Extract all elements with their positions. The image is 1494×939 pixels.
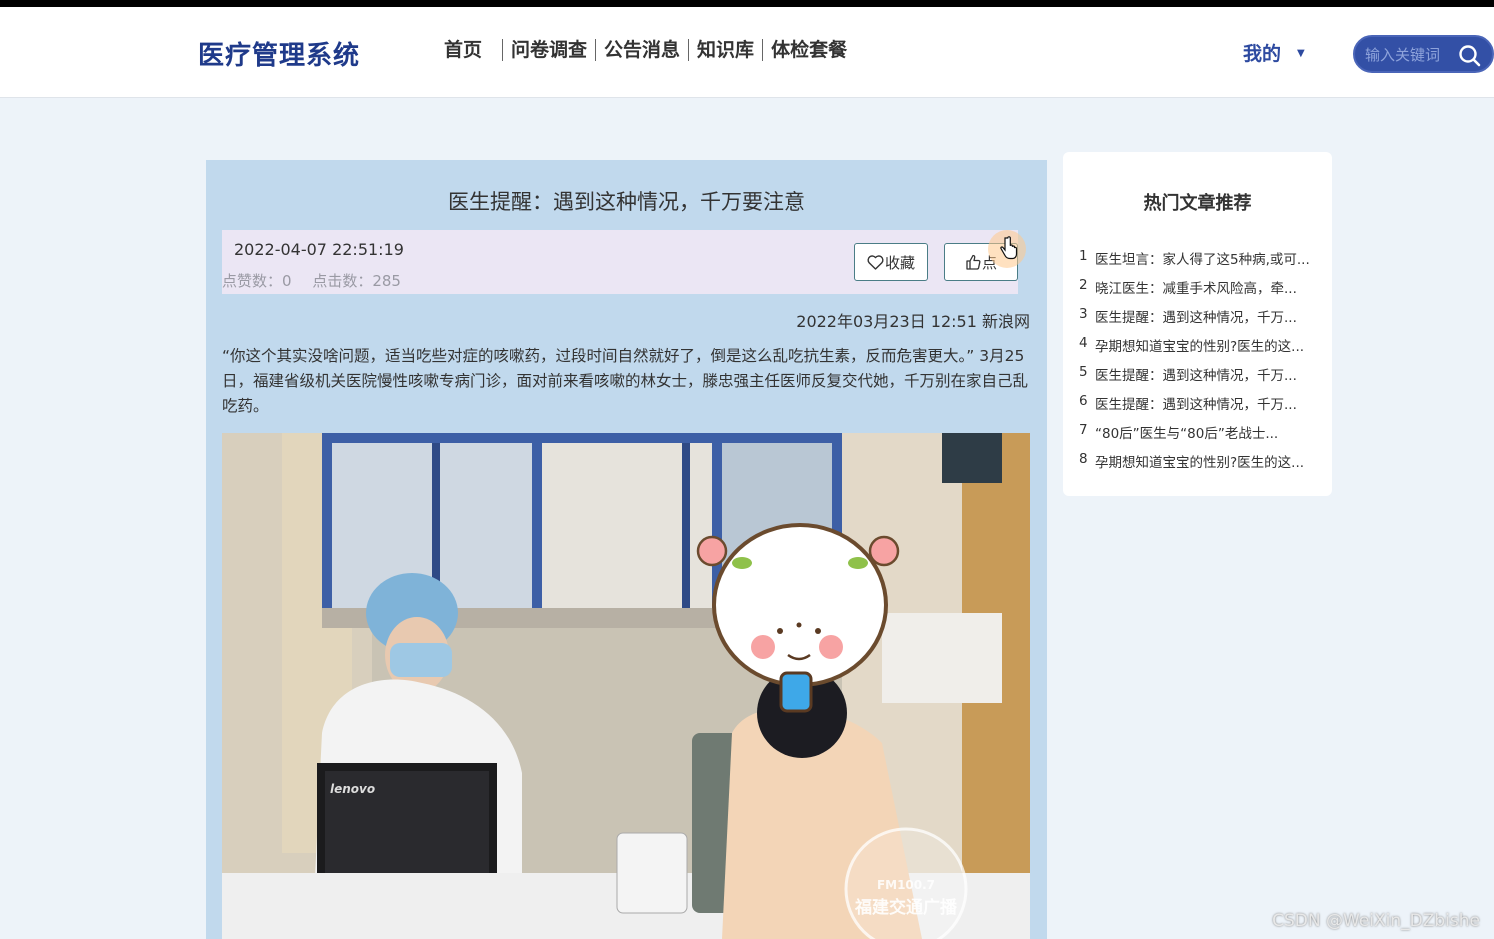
hot-article-item[interactable]: 2 晓江医生：减重手术风险高，牵...: [1079, 277, 1327, 306]
pointer-cursor-highlight: [988, 230, 1026, 268]
nav-knowledge-base[interactable]: 知识库: [688, 39, 762, 61]
nav-survey[interactable]: 问卷调查: [502, 39, 595, 61]
article-meta-bar: 2022-04-07 22:51:19 点赞数：0 点击数：285 收藏 点: [222, 230, 1026, 294]
hot-article-item[interactable]: 5 医生提醒：遇到这种情况，千万...: [1079, 364, 1327, 393]
hot-article-item[interactable]: 3 医生提醒：遇到这种情况，千万...: [1079, 306, 1327, 335]
article-title: 医生提醒：遇到这种情况，千万要注意: [448, 190, 805, 214]
heart-icon: [867, 254, 884, 270]
caret-down-icon: ▼: [1297, 48, 1305, 59]
search-input[interactable]: [1365, 44, 1457, 66]
nav-checkup-packages[interactable]: 体检套餐: [762, 39, 855, 61]
user-menu-label: 我的: [1243, 43, 1282, 65]
hand-cursor-icon: [1000, 236, 1018, 260]
hot-articles-panel: 热门文章推荐 1 医生坦言：家人得了这5种病,或可... 2 晓江医生：减重手术风险…: [1063, 152, 1332, 496]
search-box: [1353, 35, 1494, 73]
clinic-photo-illustration: lenovo FM100.7 福建交通广播: [222, 433, 1030, 939]
nav-announcements[interactable]: 公告消息: [595, 39, 688, 61]
article-stats: 点赞数：0 点击数：285: [222, 270, 417, 291]
user-menu[interactable]: 我的 ▼: [1243, 39, 1305, 66]
hot-articles-title: 热门文章推荐: [1143, 193, 1252, 214]
hot-article-item[interactable]: 4 孕期想知道宝宝的性别?医生的这...: [1079, 335, 1327, 364]
favorite-button-label: 收藏: [884, 253, 915, 272]
search-icon[interactable]: [1457, 43, 1483, 69]
article-body: “你这个其实没啥问题，适当吃些对症的咳嗽药，过段时间自然就好了，倒是这么乱吃抗生…: [222, 347, 1029, 415]
photo-stamp-frequency: FM100.7: [877, 878, 935, 892]
article-photo: lenovo FM100.7 福建交通广播: [222, 433, 1030, 939]
csdn-watermark: CSDN @WeiXin_DZbishe: [1272, 911, 1480, 931]
window-top-bar: [0, 0, 1494, 7]
click-count: 点击数：285: [312, 272, 401, 290]
nav-home[interactable]: 首页: [430, 39, 502, 61]
site-logo[interactable]: 医疗管理系统: [198, 35, 360, 72]
article-source: 2022年03月23日 12:51 新浪网: [796, 312, 1030, 331]
like-count: 点赞数：0: [222, 272, 292, 290]
site-header: 医疗管理系统 首页 问卷调查 公告消息 知识库 体检套餐 我的 ▼: [0, 7, 1494, 98]
monitor-brand: lenovo: [330, 782, 375, 796]
photo-stamp-station: 福建交通广播: [854, 897, 958, 918]
hot-article-item[interactable]: 7 “80后”医生与“80后”老战士...: [1079, 422, 1327, 451]
hot-article-item[interactable]: 1 医生坦言：家人得了这5种病,或可...: [1079, 248, 1327, 277]
hot-article-item[interactable]: 6 医生提醒：遇到这种情况，千万...: [1079, 393, 1327, 422]
thumbs-up-icon: [966, 254, 981, 270]
hot-articles-list: 1 医生坦言：家人得了这5种病,或可... 2 晓江医生：减重手术风险高，牵... …: [1079, 248, 1327, 480]
article-panel: 医生提醒：遇到这种情况，千万要注意 2022-04-07 22:51:19 点赞…: [206, 160, 1047, 939]
favorite-button[interactable]: 收藏: [854, 243, 928, 281]
article-date: 2022-04-07 22:51:19: [234, 240, 404, 259]
hot-article-item[interactable]: 8 孕期想知道宝宝的性别?医生的这...: [1079, 451, 1327, 480]
main-nav: 首页 问卷调查 公告消息 知识库 体检套餐: [430, 39, 855, 61]
